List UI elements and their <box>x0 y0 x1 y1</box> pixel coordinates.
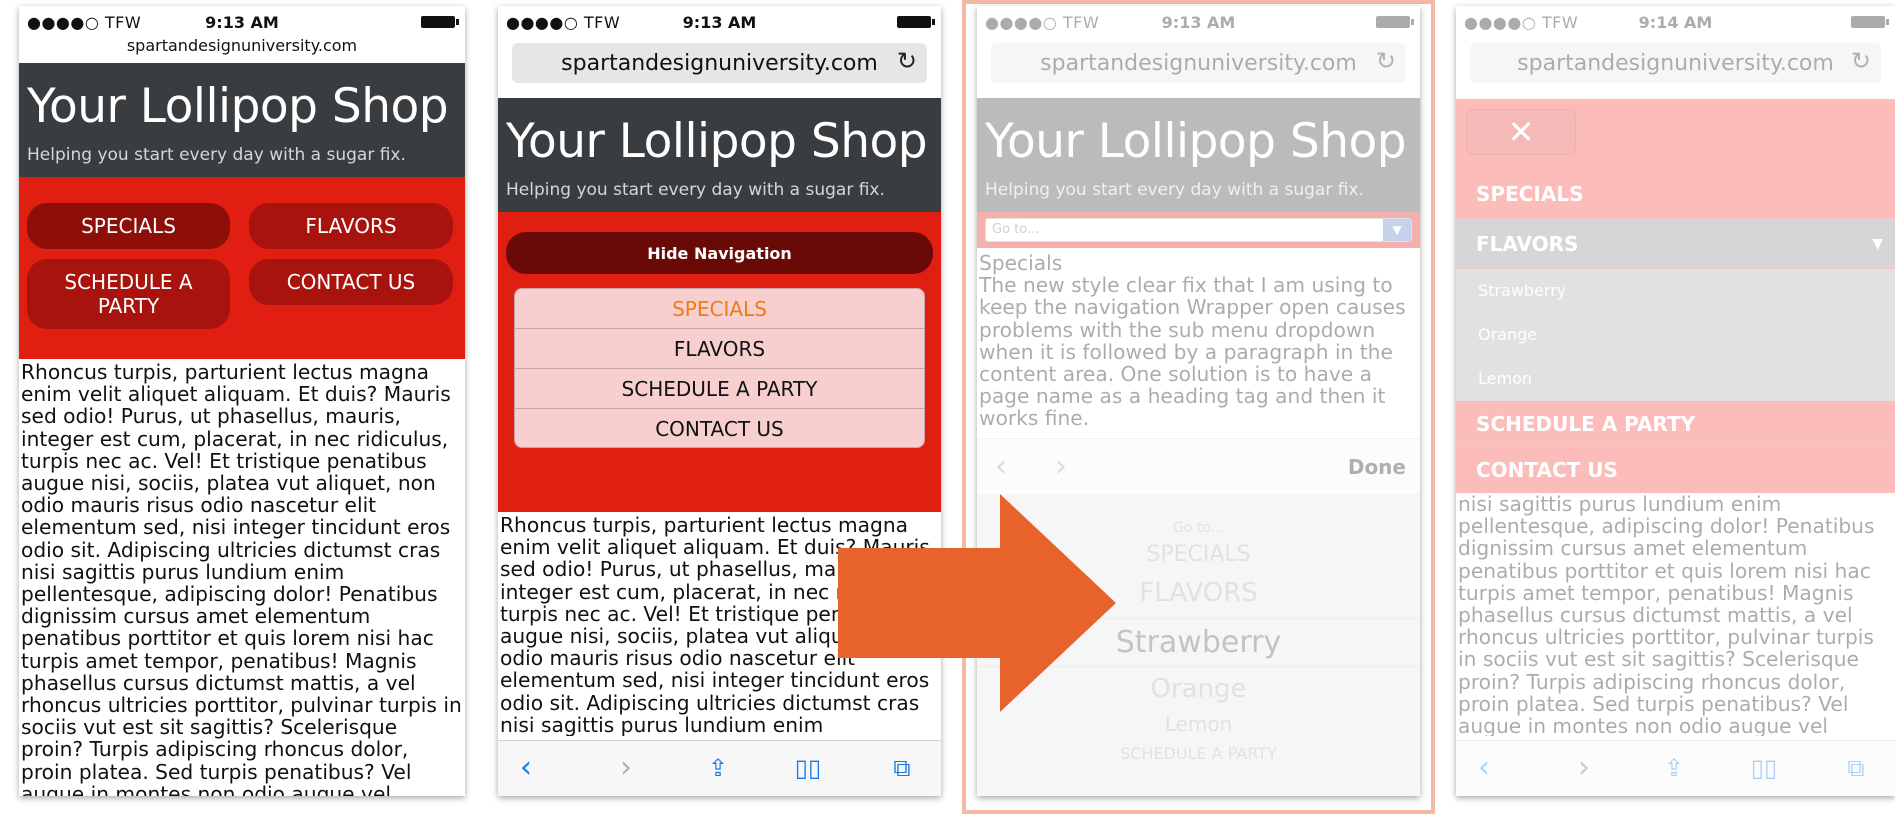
nav-flavors-button[interactable]: FLAVORS <box>249 203 453 249</box>
site-tagline: Helping you start every day with a sugar… <box>985 180 1364 200</box>
site-title: Your Lollipop Shop <box>27 79 449 134</box>
site-title: Your Lollipop Shop <box>506 114 928 169</box>
status-bar: ●●●●○ TFW 9:13 AM <box>977 6 1420 36</box>
submenu-item[interactable]: Orange <box>1456 313 1895 357</box>
browser-toolbar: ‹ › ⇪ ▯▯ ⧉ <box>498 740 941 796</box>
tabs-icon[interactable]: ⧉ <box>884 753 920 785</box>
developer-note: The new style clear fix that I am using … <box>979 273 1406 431</box>
menu-item-flavors-label: FLAVORS <box>1476 232 1579 256</box>
page-content: Specials The new style clear fix that I … <box>977 252 1420 438</box>
status-bar: ●●●●○ TFW 9:13 AM <box>19 6 465 36</box>
picker-option[interactable]: Lemon <box>977 712 1420 736</box>
battery-icon <box>897 16 935 28</box>
reload-icon[interactable]: ↻ <box>1851 47 1871 75</box>
battery-icon <box>1851 16 1889 28</box>
phone-screen-4: ●●●●○ TFW 9:14 AM spartandesignuniversit… <box>1456 6 1895 796</box>
next-icon[interactable]: › <box>1055 449 1067 484</box>
reload-icon[interactable]: ↻ <box>1376 47 1396 75</box>
body-text: Rhoncus turpis, parturient lectus magna … <box>21 361 462 796</box>
nav-schedule-party-button[interactable]: SCHEDULE A PARTY <box>27 259 230 329</box>
url-text: spartandesignuniversity.com <box>1517 51 1834 76</box>
tabs-icon[interactable]: ⧉ <box>1838 753 1874 785</box>
submenu-item[interactable]: Lemon <box>1456 357 1895 401</box>
done-button[interactable]: Done <box>1348 455 1406 479</box>
site-title: Your Lollipop Shop <box>985 114 1407 169</box>
reload-icon[interactable]: ↻ <box>897 47 917 75</box>
submenu-item[interactable]: Strawberry <box>1456 269 1895 313</box>
transition-arrow-icon <box>838 494 1116 712</box>
forward-icon[interactable]: › <box>1566 753 1602 785</box>
battery-icon <box>421 16 459 28</box>
address-bar[interactable]: spartandesignuniversity.com ↻ <box>1470 43 1881 83</box>
clock: 9:13 AM <box>205 13 279 32</box>
site-tagline: Helping you start every day with a sugar… <box>506 180 885 200</box>
nav-menu-expanded: ✕ SPECIALS FLAVORS ▼ Strawberry Orange L… <box>1456 99 1895 493</box>
nav-party-line2: PARTY <box>97 294 160 318</box>
site-header: Your Lollipop Shop Helping you start eve… <box>498 98 941 212</box>
address-bar[interactable]: spartandesignuniversity.com ↻ <box>512 43 927 83</box>
url-text: spartandesignuniversity.com <box>1040 51 1357 76</box>
status-bar: ●●●●○ TFW 9:13 AM <box>498 6 941 36</box>
page-heading: Specials <box>979 252 1063 275</box>
back-icon[interactable]: ‹ <box>508 753 544 785</box>
menu-item-specials[interactable]: SPECIALS <box>1456 169 1895 219</box>
menu-item-schedule-party[interactable]: SCHEDULE A PARTY <box>515 369 924 409</box>
picker-option[interactable]: SCHEDULE A PARTY <box>977 744 1420 763</box>
chevron-down-icon: ▼ <box>1872 236 1883 252</box>
menu-item-flavors[interactable]: FLAVORS <box>515 329 924 369</box>
url-label[interactable]: spartandesignuniversity.com <box>19 36 465 55</box>
goto-select-value: Go to... <box>992 222 1040 237</box>
clock: 9:13 AM <box>1161 13 1236 32</box>
share-icon[interactable]: ⇪ <box>700 753 736 785</box>
battery-icon <box>1376 16 1414 28</box>
previous-icon[interactable]: ‹ <box>995 449 1007 484</box>
goto-select[interactable]: Go to... ▼ <box>985 218 1412 242</box>
close-menu-button[interactable]: ✕ <box>1466 109 1576 155</box>
menu-item-contact[interactable]: CONTACT US <box>1456 447 1895 493</box>
body-text: nisi sagittis purus lundium enim pellent… <box>1458 493 1875 736</box>
share-icon[interactable]: ⇪ <box>1656 753 1692 785</box>
chevron-down-icon: ▼ <box>1383 219 1411 241</box>
site-header: Your Lollipop Shop Helping you start eve… <box>19 63 465 177</box>
site-tagline: Helping you start every day with a sugar… <box>27 145 406 165</box>
clock: 9:13 AM <box>682 13 757 32</box>
menu-item-specials[interactable]: SPECIALS <box>515 289 924 329</box>
address-bar[interactable]: spartandesignuniversity.com ↻ <box>991 43 1406 83</box>
forward-icon[interactable]: › <box>608 753 644 785</box>
phone-screen-1: ●●●●○ TFW 9:13 AM spartandesignuniversit… <box>19 6 465 796</box>
menu-item-contact[interactable]: CONTACT US <box>515 409 924 447</box>
nav-menu: SPECIALS FLAVORS SCHEDULE A PARTY CONTAC… <box>514 288 925 448</box>
browser-toolbar: ‹ › ⇪ ▯▯ ⧉ <box>1456 740 1895 796</box>
menu-item-schedule-party[interactable]: SCHEDULE A PARTY <box>1456 401 1895 447</box>
url-text: spartandesignuniversity.com <box>561 51 878 76</box>
nav-panel: Hide Navigation SPECIALS FLAVORS SCHEDUL… <box>498 212 941 512</box>
bookmarks-icon[interactable]: ▯▯ <box>1746 753 1782 785</box>
nav-panel: Go to... ▼ <box>977 212 1420 248</box>
menu-item-flavors[interactable]: FLAVORS ▼ <box>1456 219 1895 269</box>
nav-party-line1: SCHEDULE A <box>64 270 193 294</box>
status-bar: ●●●●○ TFW 9:14 AM <box>1456 6 1895 36</box>
picker-toolbar: ‹ › Done <box>977 438 1420 494</box>
nav-specials-button[interactable]: SPECIALS <box>27 203 230 249</box>
hide-navigation-button[interactable]: Hide Navigation <box>506 232 933 274</box>
bookmarks-icon[interactable]: ▯▯ <box>790 753 826 785</box>
site-header: Your Lollipop Shop Helping you start eve… <box>977 98 1420 212</box>
nav-panel: SPECIALS FLAVORS SCHEDULE A PARTY CONTAC… <box>19 177 465 359</box>
clock: 9:14 AM <box>1638 13 1713 32</box>
back-icon[interactable]: ‹ <box>1466 753 1502 785</box>
nav-contact-button[interactable]: CONTACT US <box>249 259 453 305</box>
